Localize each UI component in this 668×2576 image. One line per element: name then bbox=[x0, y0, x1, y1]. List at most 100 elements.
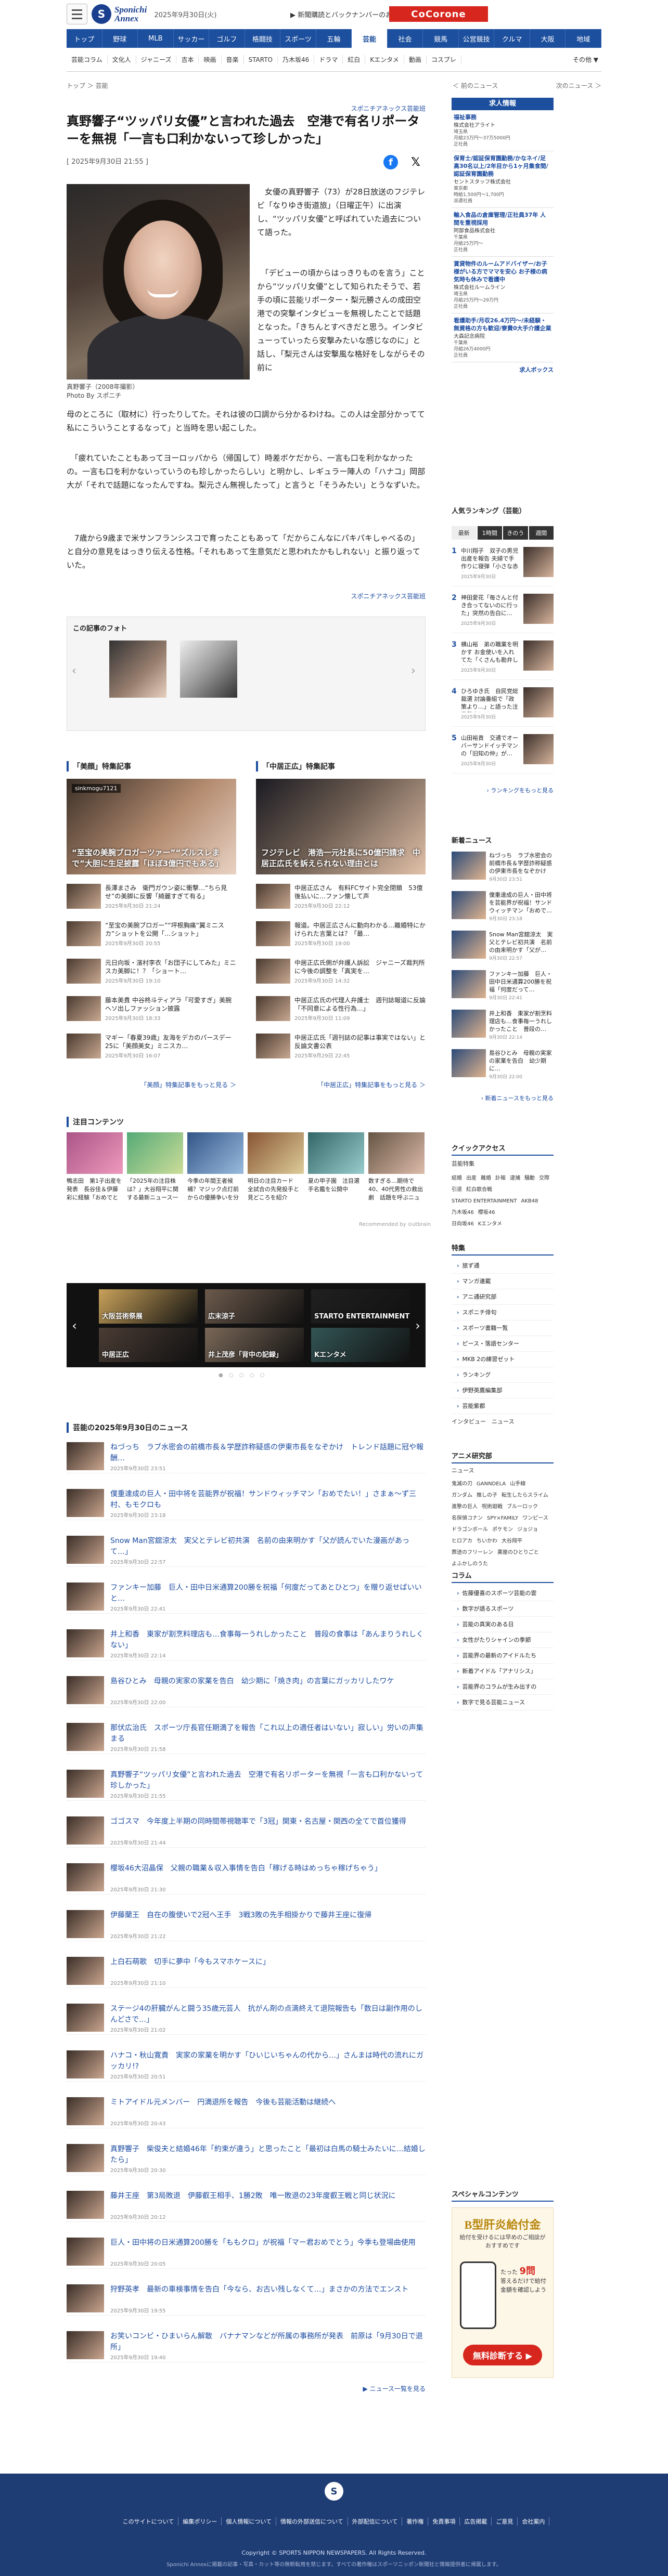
nav-primary-item[interactable]: MLB bbox=[138, 29, 174, 48]
secondary-nav-more[interactable]: その他 ▼ bbox=[573, 55, 601, 64]
anime-tag[interactable]: GANNDELA bbox=[477, 1481, 506, 1487]
footer-link[interactable]: 免責事項 bbox=[428, 2517, 460, 2526]
nav-primary-item[interactable]: 地域 bbox=[566, 29, 601, 48]
column-item[interactable]: 芸能界の最新のアイドルたち bbox=[452, 1648, 554, 1664]
news-list-item[interactable]: 櫻坂46大沼晶保 父親の職業＆収入事情を告白「稼げる時はめっちゃ稼げちゃう」 20… bbox=[67, 1861, 426, 1894]
facebook-share-icon[interactable]: f bbox=[383, 155, 398, 169]
ranking-tab[interactable]: 週間 bbox=[529, 526, 554, 540]
nav-secondary-item[interactable]: STARTO bbox=[244, 56, 278, 63]
nav-secondary-item[interactable]: 乃木坂46 bbox=[278, 55, 315, 64]
column-item[interactable]: 佐藤優喜のスポーツ芸能の雲 bbox=[452, 1586, 554, 1601]
new-news-item[interactable]: ねづっち ラブ水密会の前橋市長＆学歴詐称疑惑の伊東市長をなぞかけ トレ… 9月30… bbox=[452, 852, 554, 888]
footer-link[interactable]: ご意見 bbox=[492, 2517, 518, 2526]
anime-tag[interactable]: 薬屋のひとりごと bbox=[497, 1550, 539, 1555]
news-list-item[interactable]: 巨人・田中将の日米通算200勝を「ももクロ」が祝福「マー君おめでとう」今季も登場… bbox=[67, 2235, 426, 2269]
news-list-item[interactable]: Snow Man宮舘涼太 実父とテレビ初共演 名前の由来明かす「父が読んでいた漫… bbox=[67, 1534, 426, 1567]
news-list-item[interactable]: ゴゴスマ 今年度上半期の同時間帯視聴率で「3冠」関東・名古屋・関西の全てで首位獲… bbox=[67, 1814, 426, 1848]
quick-access-tag[interactable]: 離婚 bbox=[481, 1175, 491, 1181]
feature-list-item[interactable]: 元日向坂・濱村李衣「お団子にしてみた」ミニスカ美脚に！？「ショート… 2025年9… bbox=[67, 959, 236, 986]
carousel-tile[interactable]: 井上茂彦「背中の記録」 bbox=[205, 1328, 304, 1362]
news-list-item[interactable]: 狩野英孝 最新の車検事情を告白「今なら、お古い残しなくて…」まさかの方法でエンス… bbox=[67, 2282, 426, 2316]
column-item[interactable]: 新着アイドル「アナリシス」 bbox=[452, 1664, 554, 1679]
nav-secondary-item[interactable]: 動画 bbox=[404, 55, 427, 64]
quick-access-tag[interactable]: 交際 bbox=[539, 1175, 549, 1181]
anime-tag[interactable]: ヒロアカ bbox=[452, 1538, 472, 1544]
anime-tag[interactable]: SPY×FAMILY bbox=[487, 1515, 518, 1521]
nav-primary-item[interactable]: サッカー bbox=[174, 29, 210, 48]
next-news-link[interactable]: 次のニュース ＞ bbox=[556, 81, 601, 90]
news-list-item[interactable]: ステージ4の肝臓がんと闘う35歳元芸人 抗がん剤の点滴終えて退院報告も「数日は副… bbox=[67, 2002, 426, 2035]
news-list-item[interactable]: お笑いコンビ・ひまいらん解散 バナナマンなどが所属の事務所が発表 前原は「9月3… bbox=[67, 2329, 426, 2362]
anime-sub[interactable]: ニュース bbox=[452, 1466, 474, 1474]
nav-primary-item[interactable]: 芸能 bbox=[352, 29, 388, 48]
column-item[interactable]: 数字で見る芸能ニュース bbox=[452, 1695, 554, 1710]
ranking-item[interactable]: 4 ひろゆき氏 自民党総裁選 討論番組で「政策より…」と語った注目発言とは 2025… bbox=[452, 685, 554, 727]
footer-link[interactable]: 情報の外部送信について bbox=[276, 2517, 348, 2526]
nav-secondary-item[interactable]: 音楽 bbox=[222, 55, 244, 64]
special-item[interactable]: スポーツ書籍一覧 bbox=[452, 1320, 554, 1336]
news-list-item[interactable]: 井上和香 東家が割烹料理店も…食事毎一うれしかったこと 普段の食事は「あんまりう… bbox=[67, 1627, 426, 1660]
special-item[interactable]: ピース・落語センター bbox=[452, 1336, 554, 1352]
anime-tag[interactable]: 名探偵コナン bbox=[452, 1515, 483, 1521]
news-list-item[interactable]: 藤井王座 第3局敗退 伊藤叡王相手、1勝2敗 唯一敗退の23年度叡王戦と同じ状況… bbox=[67, 2189, 426, 2222]
header-ad-banner[interactable]: CoCorone bbox=[389, 6, 488, 22]
attention-card[interactable]: 夏の甲子園 注目選手名鑑を公開中 bbox=[308, 1132, 364, 1202]
feature-list-item[interactable]: 中居正広氏側が弁護人訴訟 ジャニーズ裁判所に今後の調整を「真実を… 2025年9月… bbox=[256, 959, 426, 986]
new-news-more-link[interactable]: › 新着ニュースをもっと見る bbox=[452, 1094, 554, 1102]
nav-primary-item[interactable]: 五輪 bbox=[316, 29, 352, 48]
special-sub[interactable]: インタビュー ニュース bbox=[452, 1417, 514, 1426]
nav-secondary-item[interactable]: ジャニーズ bbox=[136, 55, 177, 64]
footer-link[interactable]: 外部配信について bbox=[348, 2517, 403, 2526]
article-source-bottom-link[interactable]: スポニチアネックス芸能班 bbox=[67, 592, 426, 600]
feature-list-item[interactable]: 藤本美貴 中谷柊斗ティアラ「可愛すぎ」美腕ヘソ出しファッション披露 2025年9月… bbox=[67, 996, 236, 1023]
anime-tag[interactable]: ワンピース bbox=[522, 1515, 548, 1521]
anime-tag[interactable]: ガンダム bbox=[452, 1493, 472, 1498]
nav-secondary-item[interactable]: 芸能コラム bbox=[67, 55, 108, 64]
feature-more-link[interactable]: 「美顔」特集記事をもっと見る ＞ bbox=[67, 1080, 236, 1089]
nav-secondary-item[interactable]: Kエンタメ bbox=[365, 55, 404, 64]
carousel-dots[interactable]: ● ○ ○ ○ ○ bbox=[219, 1372, 266, 1378]
news-list-item[interactable]: 僕重達成の巨人・田中将を芸能界が祝福！サンドウィッチマン「おめでたい！」さまぁ～… bbox=[67, 1487, 426, 1520]
anime-tag[interactable]: ブルーロック bbox=[507, 1504, 538, 1510]
special-item[interactable]: 旅ず通 bbox=[452, 1258, 554, 1274]
feature-list-item[interactable]: 報道。中居正広さんに動向わかる…離婚特にかけられた言葉とは？「最… 2025年9月… bbox=[256, 921, 426, 948]
job-listing[interactable]: 看護助手/月収26.4万円〜/未経験・無資格の方も歓迎/寮費0大手介護企業 大森記… bbox=[452, 313, 554, 362]
news-list-item[interactable]: 真野響子 柴俊夫と結婚46年「約束が違う」と思ったこと「最初は白馬の騎士みたいに… bbox=[67, 2142, 426, 2175]
anime-tag[interactable]: 葬送のフリーレン bbox=[452, 1550, 493, 1555]
nav-primary-item[interactable]: 大阪 bbox=[530, 29, 566, 48]
news-list-item[interactable]: 那伏広治氏 スポーツ庁長官任期満了を報告「これ以上の適任者はいない」寂しい」労い… bbox=[67, 1721, 426, 1754]
quick-access-tag[interactable]: AKB48 bbox=[521, 1198, 538, 1204]
feature-list-item[interactable]: 中居正広さん 有料FCサイト完全閉鎖 53億後払いに…ファン懐して声 2025年9… bbox=[256, 884, 426, 911]
quick-access-sub[interactable]: 芸能特集 bbox=[452, 1159, 474, 1168]
carousel-next-icon[interactable]: › bbox=[411, 664, 416, 677]
special-item[interactable]: MKB 2の練習ゼット bbox=[452, 1352, 554, 1367]
footer-link[interactable]: 会社案内 bbox=[518, 2517, 550, 2526]
attention-card[interactable]: 「2025年の注目株は？」大谷翔平に関する最新ニュース一覧 bbox=[127, 1132, 183, 1202]
quick-access-tag[interactable]: 出産 bbox=[466, 1175, 477, 1181]
anime-tag[interactable]: ポケモン bbox=[492, 1527, 513, 1533]
ranking-item[interactable]: 1 中川翔子 双子の男児出産を報告 夫婦で手作りに寝弾「小さな赤ちゃん…」 2025… bbox=[452, 545, 554, 586]
article-main-photo[interactable] bbox=[67, 184, 250, 380]
news-list-more-link[interactable]: ▶ ニュース一覧を見る bbox=[67, 2384, 426, 2393]
quick-access-tag[interactable]: 騒動 bbox=[524, 1175, 535, 1181]
new-news-item[interactable]: Snow Man宮舘涼太 実父とテレビ初共演 名前の由来明かす「父が… 9月30日… bbox=[452, 931, 554, 967]
quick-access-tag[interactable]: 引退 bbox=[452, 1187, 462, 1193]
nav-secondary-item[interactable]: 紅白 bbox=[343, 55, 366, 64]
nav-secondary-item[interactable]: ドラマ bbox=[314, 55, 343, 64]
feature-more-link[interactable]: 「中居正広」特集記事をもっと見る ＞ bbox=[256, 1080, 426, 1089]
carousel-right-arrow-icon[interactable]: › bbox=[410, 1315, 426, 1336]
carousel-tile[interactable]: 大阪芸術祭展 bbox=[99, 1289, 198, 1324]
feature-hero-card[interactable]: フジテレビ 港浩一元社長に50億円請求 中居正広氏を訴えられない理由とは bbox=[256, 779, 426, 874]
prev-news-link[interactable]: ＜ 前のニュース bbox=[453, 81, 498, 90]
anime-tag[interactable]: ドラゴンボール bbox=[452, 1527, 488, 1533]
anime-tag[interactable]: 大谷翔平 bbox=[502, 1538, 522, 1544]
quick-access-tag[interactable]: 日向坂46 bbox=[452, 1221, 474, 1227]
breadcrumb[interactable]: トップ ＞ 芸能 bbox=[67, 81, 108, 90]
quick-access-tag[interactable]: 紅白歌合戦 bbox=[466, 1187, 492, 1193]
job-listing[interactable]: 保育士/認証保育園勤務/かなネイ/足高30名以上/2年目から1ヶ月集食間/認証保… bbox=[452, 151, 554, 208]
news-list-item[interactable]: 真野響子“ツッパリ女優”と言われた過去 空港で有名リポーターを無視「一言も口利か… bbox=[67, 1768, 426, 1801]
new-news-item[interactable]: 島谷ひとみ 母親の実家の家業を告白 幼少期に… 9月30日 22:00 bbox=[452, 1049, 554, 1086]
promo-cta-button[interactable]: 無料診断する ▶ bbox=[463, 2345, 542, 2365]
nav-primary-item[interactable]: スポーツ bbox=[280, 29, 316, 48]
quick-access-tag[interactable]: 櫻坂46 bbox=[478, 1210, 495, 1215]
